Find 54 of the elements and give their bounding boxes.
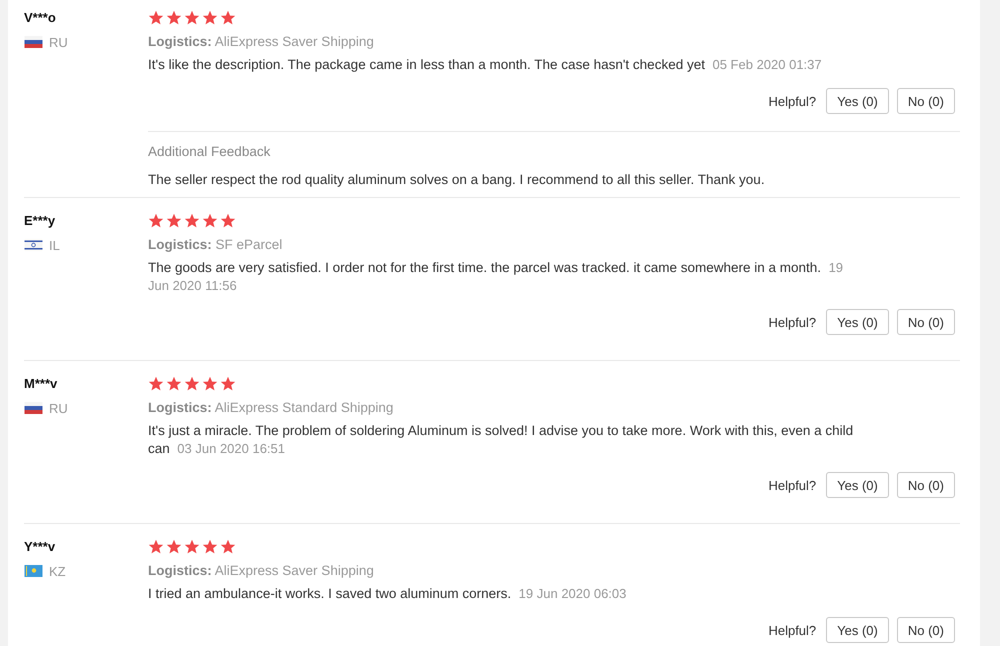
star-icon <box>148 10 164 26</box>
star-icon <box>202 376 218 392</box>
no-button[interactable]: No (0) <box>896 617 955 643</box>
flag-icon <box>24 402 43 414</box>
country-code: RU <box>49 34 68 50</box>
star-icon <box>184 213 200 229</box>
star-icon <box>184 376 200 392</box>
star-icon <box>166 10 182 26</box>
country-code: KZ <box>49 564 66 578</box>
logistics-info: Logistics: AliExpress Standard Shipping <box>148 399 394 417</box>
star-icon <box>148 213 164 229</box>
star-icon <box>184 539 200 555</box>
yes-button[interactable]: Yes (0) <box>826 472 889 498</box>
star-icon <box>220 539 236 555</box>
review-text: The goods are very satisfied. I order not for the first time. the parcel was tracked. it came somewhere in a month. 19 Jun 2020 11:56 <box>148 259 844 295</box>
helpful-label: Helpful? <box>768 478 816 492</box>
reviewer-name: E***y <box>24 212 56 230</box>
star-icon <box>202 10 218 26</box>
reviewer-name: M***v <box>24 375 58 393</box>
star-icon <box>148 539 164 555</box>
yes-button[interactable]: Yes (0) <box>826 88 889 114</box>
logistics-info: Logistics: SF eParcel <box>148 236 284 254</box>
helpful-label: Helpful? <box>768 314 816 330</box>
review-text: It's just a miracle. The problem of soldering Aluminum is solved! I advise you to take more. Work with this, even a child can 03 Jun 2020 16:51 <box>148 422 854 458</box>
additional-feedback-text: The seller respect the rod quality aluminum solves on a bang. I recommend to all this seller. Thank you. <box>148 171 766 189</box>
country-code: IL <box>49 238 60 252</box>
star-icon <box>220 10 236 26</box>
no-button[interactable]: No (0) <box>896 309 955 335</box>
star-icon <box>184 10 200 26</box>
review-text: I tried an ambulance-it works. I saved two aluminum corners. 19 Jun 2020 06:03 <box>148 585 628 603</box>
star-icon <box>220 376 236 392</box>
reviewer-name: V***o <box>24 9 57 27</box>
no-button[interactable]: No (0) <box>896 88 955 114</box>
star-icon <box>166 213 182 229</box>
star-icon <box>166 376 182 392</box>
reviewer-name: Y***v <box>24 538 56 556</box>
country-code: RU <box>49 400 68 416</box>
star-icon <box>148 376 164 392</box>
logistics-info: Logistics: AliExpress Saver Shipping <box>148 562 375 580</box>
flag-icon <box>24 36 43 48</box>
flag-icon <box>24 239 43 251</box>
star-icon <box>166 539 182 555</box>
yes-button[interactable]: Yes (0) <box>826 617 889 643</box>
no-button[interactable]: No (0) <box>896 472 955 498</box>
yes-button[interactable]: Yes (0) <box>826 309 889 335</box>
star-icon <box>220 213 236 229</box>
helpful-label: Helpful? <box>768 622 816 638</box>
additional-feedback-title: Additional Feedback <box>148 143 272 161</box>
star-icon <box>202 539 218 555</box>
helpful-label: Helpful? <box>768 94 816 108</box>
star-icon <box>202 213 218 229</box>
review-text: It's like the description. The package came in less than a month. The case hasn't checked yet 05 Feb 2020 01:37 <box>148 56 823 74</box>
flag-icon <box>24 565 43 577</box>
logistics-info: Logistics: AliExpress Saver Shipping <box>148 33 375 51</box>
